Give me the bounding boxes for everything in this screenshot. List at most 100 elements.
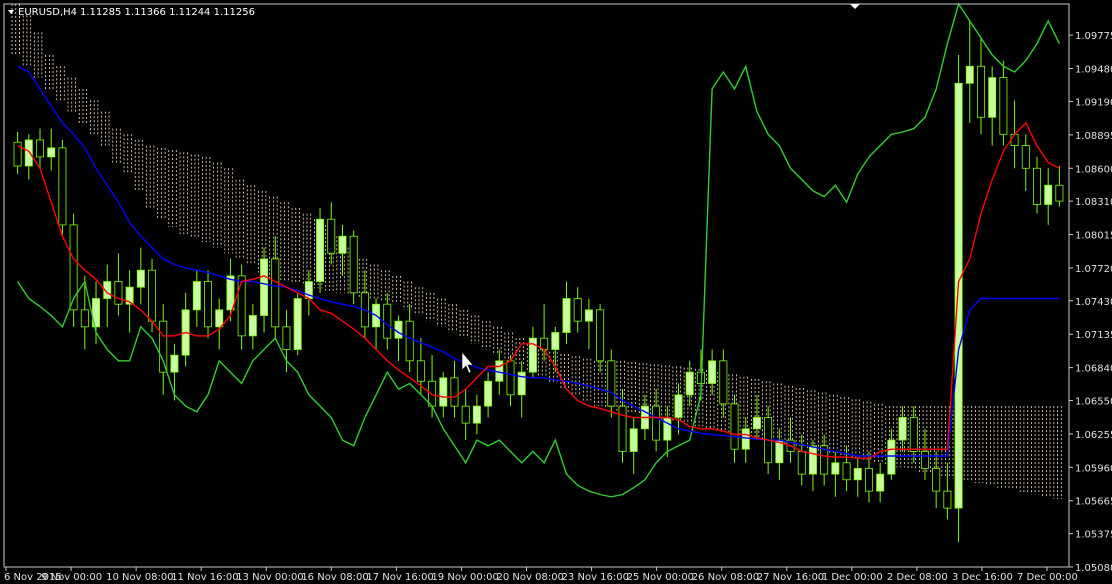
y-tick-label: 1.08600 (1075, 164, 1112, 175)
candle-body (383, 303, 392, 339)
x-tick-label: 16 Nov 08:00 (301, 572, 368, 583)
x-tick-label: 3 Dec 16:00 (952, 572, 1013, 583)
x-tick-label: 25 Nov 00:00 (627, 572, 694, 583)
candle-body (114, 281, 123, 305)
candle-body (327, 218, 336, 254)
candle-body (864, 468, 873, 492)
candle-body (584, 309, 593, 322)
symbol-label: EURUSD,H4 (18, 7, 77, 18)
x-tick-label: 26 Nov 08:00 (692, 572, 759, 583)
candle-body (148, 269, 157, 322)
candle-body (988, 77, 997, 118)
candle-body (204, 281, 213, 328)
y-tick-label: 1.07135 (1075, 330, 1112, 341)
y-tick-label: 1.09775 (1075, 31, 1112, 42)
candle-body (248, 315, 257, 337)
candle-body (271, 258, 280, 328)
x-tick-label: 2 Dec 08:00 (887, 572, 948, 583)
candle-body (428, 380, 437, 407)
candle-body (1033, 167, 1041, 205)
candle-body (573, 298, 582, 322)
candle-body (80, 309, 89, 328)
candle-body (192, 281, 201, 311)
candle-body (159, 320, 168, 373)
candle-body (730, 403, 739, 450)
candle-body (943, 490, 952, 509)
y-tick-label: 1.05375 (1075, 530, 1112, 541)
candle-body (629, 428, 638, 452)
x-tick-label: 19 Nov 00:00 (431, 572, 498, 583)
candle-body (797, 451, 806, 475)
candle-body (461, 405, 470, 424)
candle-body (349, 235, 358, 294)
candle-body (999, 77, 1008, 135)
candle-body (674, 394, 683, 418)
candle-body (439, 377, 448, 407)
candle-body (596, 309, 605, 362)
candle-body (69, 224, 78, 311)
y-tick-label: 1.08895 (1075, 131, 1112, 142)
candle-body (215, 309, 224, 328)
candle-body (853, 468, 862, 481)
x-tick-label: 23 Nov 16:00 (562, 572, 629, 583)
candle-body (887, 439, 896, 475)
y-tick-label: 1.05080 (1075, 563, 1112, 574)
x-tick-label: 13 Nov 00:00 (236, 572, 303, 583)
candle-body (36, 139, 44, 158)
candle-body (842, 462, 851, 481)
candle-body (260, 258, 269, 316)
candle-body (652, 405, 661, 441)
candle-body (1010, 133, 1019, 146)
candle-body (898, 417, 907, 441)
price-chart[interactable]: 1.09775 1.09480 1.09190 1.08895 1.08600 1.083… (0, 0, 1112, 584)
y-tick-label: 1.06255 (1075, 430, 1112, 441)
candle-body (551, 332, 560, 350)
x-tick-label: 9 Nov 00:00 (41, 572, 102, 583)
candle-body (932, 468, 941, 492)
candle-body (708, 360, 717, 384)
x-tick-label: 27 Nov 16:00 (757, 572, 824, 583)
candle-body (450, 377, 459, 407)
x-tick-label: 20 Nov 08:00 (497, 572, 564, 583)
candle-body (719, 360, 728, 405)
candle-body (685, 371, 694, 396)
candle-body (293, 298, 302, 350)
candle-body (405, 320, 414, 362)
candle-body (607, 360, 616, 407)
candle-body (484, 380, 493, 407)
candle-body (752, 417, 761, 430)
candle-body (58, 147, 67, 226)
candle-body (1044, 184, 1053, 205)
x-tick-label: 7 Dec 00:00 (1017, 572, 1078, 583)
y-tick-label: 1.09480 (1075, 65, 1112, 76)
candle-body (1055, 184, 1064, 202)
x-tick-label: 11 Nov 16:00 (171, 572, 238, 583)
candle-body (909, 417, 918, 452)
candle-body (237, 275, 246, 337)
candle-body (136, 269, 145, 288)
candle-body (226, 275, 235, 311)
candle-body (876, 473, 885, 492)
candle-body (170, 354, 179, 373)
y-tick-label: 1.09190 (1075, 97, 1112, 108)
y-tick-label: 1.07430 (1075, 297, 1112, 308)
candle-body (24, 139, 33, 167)
candle-body (976, 65, 985, 118)
candle-body (394, 320, 403, 339)
y-tick-label: 1.05665 (1075, 497, 1112, 508)
y-tick-label: 1.08310 (1075, 197, 1112, 208)
candle-body (954, 82, 963, 509)
candle-body (506, 360, 515, 396)
x-tick-label: 10 Nov 08:00 (106, 572, 173, 583)
y-tick-label: 1.06840 (1075, 364, 1112, 375)
y-tick-label: 1.05960 (1075, 463, 1112, 474)
candle-body (416, 360, 425, 382)
candle-body (1021, 145, 1030, 169)
candle-body (618, 405, 627, 452)
candle-body (316, 218, 325, 282)
candle-body (562, 298, 571, 333)
x-tick-label: 17 Nov 16:00 (366, 572, 433, 583)
candle-body (47, 147, 56, 158)
candle-body (808, 445, 817, 475)
y-tick-label: 1.08015 (1075, 231, 1112, 242)
